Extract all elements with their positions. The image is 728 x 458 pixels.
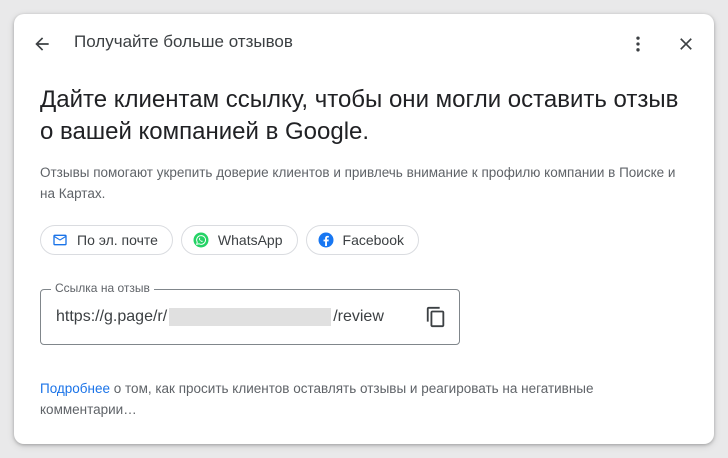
copy-icon (426, 306, 445, 328)
chip-label: Facebook (342, 232, 404, 248)
headline: Дайте клиентам ссылку, чтобы они могли о… (40, 86, 679, 145)
facebook-icon (317, 231, 335, 249)
copy-link-button[interactable] (423, 304, 449, 330)
share-email-chip[interactable]: По эл. почте (40, 225, 173, 255)
share-whatsapp-chip[interactable]: WhatsApp (180, 225, 298, 255)
dialog-title: Получайте больше отзывов (74, 32, 293, 51)
review-link-prefix: https://g.page/r/ (56, 308, 168, 325)
footer-text: о том, как просить клиентов оставлять от… (40, 381, 594, 417)
redacted-link-id (169, 308, 332, 326)
more-vert-icon (636, 36, 640, 52)
description: Отзывы помогают укрепить доверие клиенто… (40, 165, 676, 201)
chip-label: WhatsApp (217, 232, 283, 248)
share-facebook-chip[interactable]: Facebook (305, 225, 419, 255)
whatsapp-icon (192, 231, 210, 249)
review-link-field[interactable]: Ссылка на отзыв https://g.page/r/ /revie… (40, 281, 460, 345)
more-options-button[interactable] (624, 30, 652, 58)
review-link-suffix: /review (333, 308, 384, 325)
chip-label: По эл. почте (77, 232, 158, 248)
dialog-header: Получайте больше отзывов (14, 14, 714, 72)
back-button[interactable] (28, 30, 56, 58)
close-button[interactable] (672, 30, 700, 58)
arrow-back-icon (35, 37, 49, 51)
share-options: По эл. почте WhatsApp Facebook (40, 225, 419, 255)
review-link-label: Ссылка на отзыв (51, 281, 154, 295)
learn-more-link[interactable]: Подробнее (40, 381, 110, 396)
get-more-reviews-dialog: Получайте больше отзывов Дайте клиентам … (14, 14, 714, 444)
email-icon (51, 231, 69, 249)
close-icon (680, 38, 692, 50)
footer-help-text: Подробнее о том, как просить клиентов ос… (40, 378, 680, 420)
review-link-value[interactable]: https://g.page/r/ /review (56, 308, 384, 326)
